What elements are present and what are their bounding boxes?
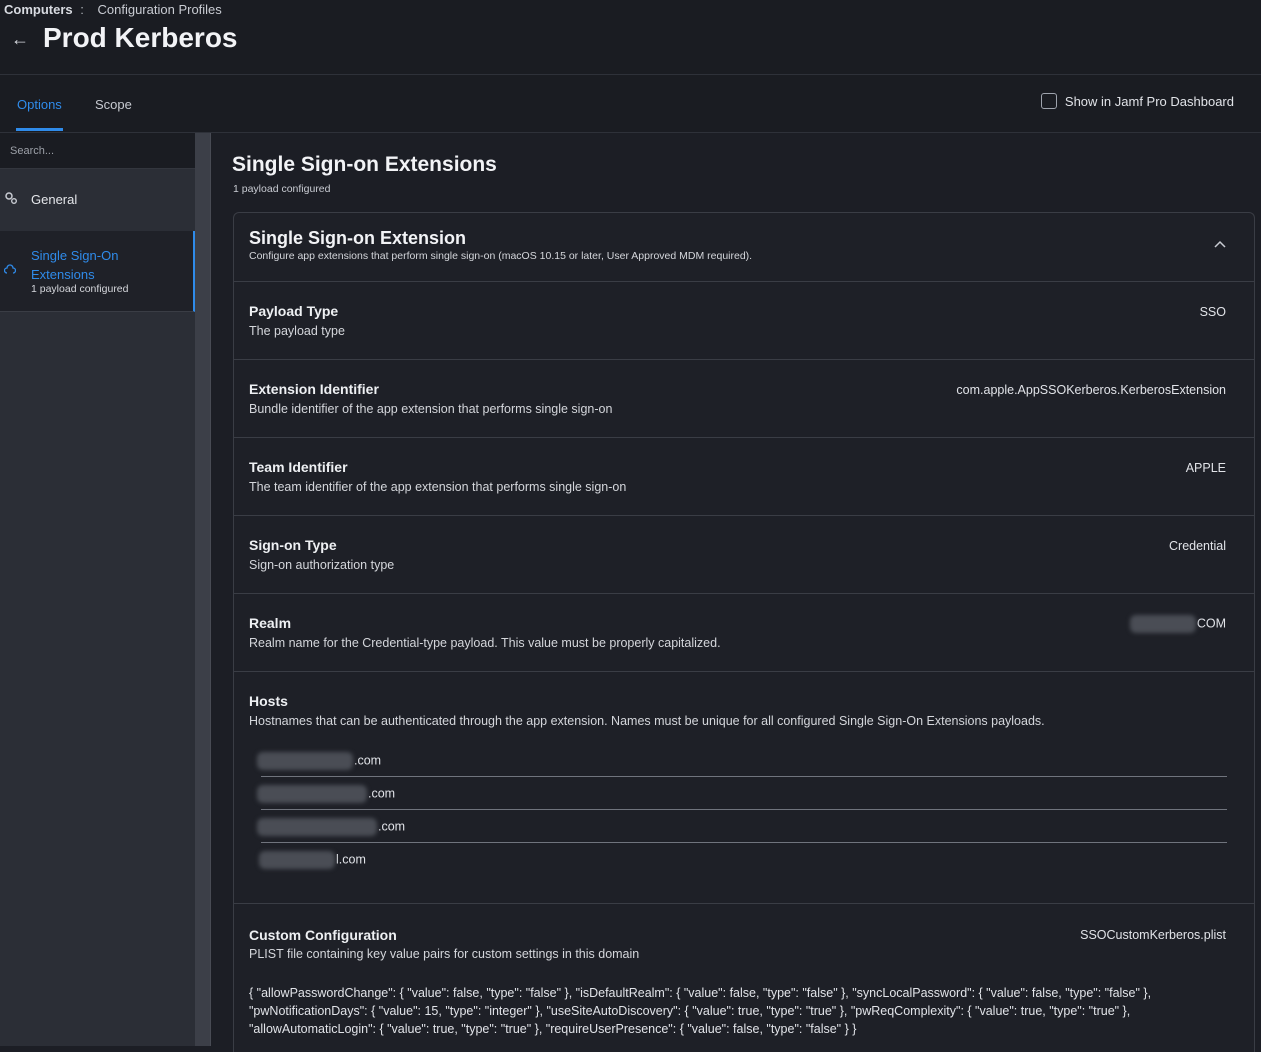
host-item: .com <box>257 810 1227 843</box>
breadcrumb-computers[interactable]: Computers <box>4 2 73 17</box>
payload-card-title: Single Sign-on Extension <box>249 228 467 248</box>
section-subtitle: 1 payload configured <box>233 183 331 195</box>
sidebar-item-single-sign-on-extensions[interactable]: Single Sign-On Extensions 1 payload conf… <box>0 231 195 312</box>
field-label: Custom Configuration <box>249 927 397 943</box>
field-row-custom-configuration: Custom Configuration PLIST file containi… <box>234 904 1254 1052</box>
payload-card-description: Configure app extensions that perform si… <box>249 250 753 262</box>
tab-scope[interactable]: Scope <box>95 97 132 112</box>
field-value: Credential <box>1169 539 1226 553</box>
gear-icon <box>5 192 17 204</box>
sidebar-item-label: Single Sign-On Extensions <box>31 248 119 282</box>
show-in-dashboard-toggle[interactable]: Show in Jamf Pro Dashboard <box>1040 93 1234 109</box>
host-item: .com <box>257 744 1227 777</box>
field-description: Hostnames that can be authenticated thro… <box>249 714 1045 728</box>
cloud-icon <box>4 264 16 274</box>
host-suffix: .com <box>368 786 396 801</box>
field-label: Sign-on Type <box>249 537 337 553</box>
host-text: .com <box>257 818 405 836</box>
field-label: Extension Identifier <box>249 381 379 397</box>
field-description: Sign-on authorization type <box>249 558 395 572</box>
sidebar-resize-handle[interactable] <box>195 133 211 1046</box>
dashboard-checkbox[interactable] <box>1040 93 1057 109</box>
field-row-hosts: Hosts Hostnames that can be authenticate… <box>234 672 1254 904</box>
payload-card-header[interactable]: Single Sign-on Extension Configure app e… <box>234 213 1254 282</box>
plist-file-name[interactable]: SSOCustomKerberos.plist <box>1080 928 1226 942</box>
host-suffix: l.com <box>336 852 366 867</box>
sidebar: General Single Sign-On Extensions 1 payl… <box>0 133 210 1046</box>
field-value: APPLE <box>1185 461 1226 475</box>
hosts-list: .com .com .com l.com <box>257 744 1227 876</box>
host-text: .com <box>257 785 395 803</box>
field-row-team-identifier: Team Identifier The team identifier of t… <box>234 438 1254 516</box>
redacted-blur <box>259 851 335 869</box>
field-description: The payload type <box>249 324 345 338</box>
section-title: Single Sign-on Extensions <box>232 153 497 176</box>
search-input[interactable] <box>8 141 202 161</box>
redacted-blur <box>1129 615 1196 633</box>
sidebar-item-payload-count: 1 payload configured <box>31 283 129 295</box>
tab-options[interactable]: Options <box>17 97 62 112</box>
page-header: Computers : Configuration Profiles ← Pro… <box>0 0 1261 75</box>
field-row-sign-on-type: Sign-on Type Sign-on authorization type … <box>234 516 1254 594</box>
field-label: Realm <box>249 615 292 631</box>
field-description: Bundle identifier of the app extension t… <box>249 402 613 416</box>
sidebar-item-label: General <box>31 192 78 207</box>
field-label: Team Identifier <box>249 459 348 475</box>
host-text: .com <box>257 752 381 770</box>
redacted-blur <box>257 785 367 803</box>
field-label: Hosts <box>249 693 288 709</box>
breadcrumb-separator: : <box>80 2 84 17</box>
custom-configuration-content: { "allowPasswordChange": { "value": fals… <box>249 986 1152 1036</box>
sidebar-search <box>0 133 210 169</box>
main-content: Single Sign-on Extensions 1 payload conf… <box>211 133 1261 1052</box>
dashboard-checkbox-label: Show in Jamf Pro Dashboard <box>1064 93 1234 109</box>
active-tab-indicator <box>16 128 63 131</box>
host-suffix: .com <box>354 753 382 768</box>
payload-card: Single Sign-on Extension Configure app e… <box>233 212 1255 1052</box>
back-arrow-icon[interactable]: ← <box>11 29 29 50</box>
page-title: Prod Kerberos <box>43 22 238 53</box>
field-row-payload-type: Payload Type The payload type SSO <box>234 282 1254 360</box>
host-item: l.com <box>259 843 1227 876</box>
field-value: com.apple.AppSSOKerberos.KerberosExtensi… <box>956 383 1226 397</box>
realm-value: COM <box>1196 616 1226 631</box>
host-suffix: .com <box>378 819 406 834</box>
host-text: l.com <box>259 851 366 869</box>
field-description: PLIST file containing key value pairs fo… <box>249 947 640 961</box>
field-label: Payload Type <box>249 303 339 319</box>
field-description: Realm name for the Credential-type paylo… <box>249 636 721 650</box>
field-description: The team identifier of the app extension… <box>249 480 627 494</box>
field-row-realm: Realm Realm name for the Credential-type… <box>234 594 1254 672</box>
tab-bar: Options Scope Show in Jamf Pro Dashboard <box>0 75 1261 133</box>
breadcrumb: Computers : Configuration Profiles <box>4 2 222 17</box>
host-item: .com <box>257 777 1227 810</box>
redacted-blur <box>257 752 353 770</box>
chevron-up-icon[interactable] <box>1214 240 1226 248</box>
breadcrumb-configuration-profiles[interactable]: Configuration Profiles <box>98 2 222 17</box>
field-value: COM <box>1129 615 1226 633</box>
field-row-extension-identifier: Extension Identifier Bundle identifier o… <box>234 360 1254 438</box>
redacted-blur <box>257 818 377 836</box>
field-value: SSO <box>1199 305 1226 319</box>
sidebar-item-general[interactable]: General <box>0 169 195 232</box>
